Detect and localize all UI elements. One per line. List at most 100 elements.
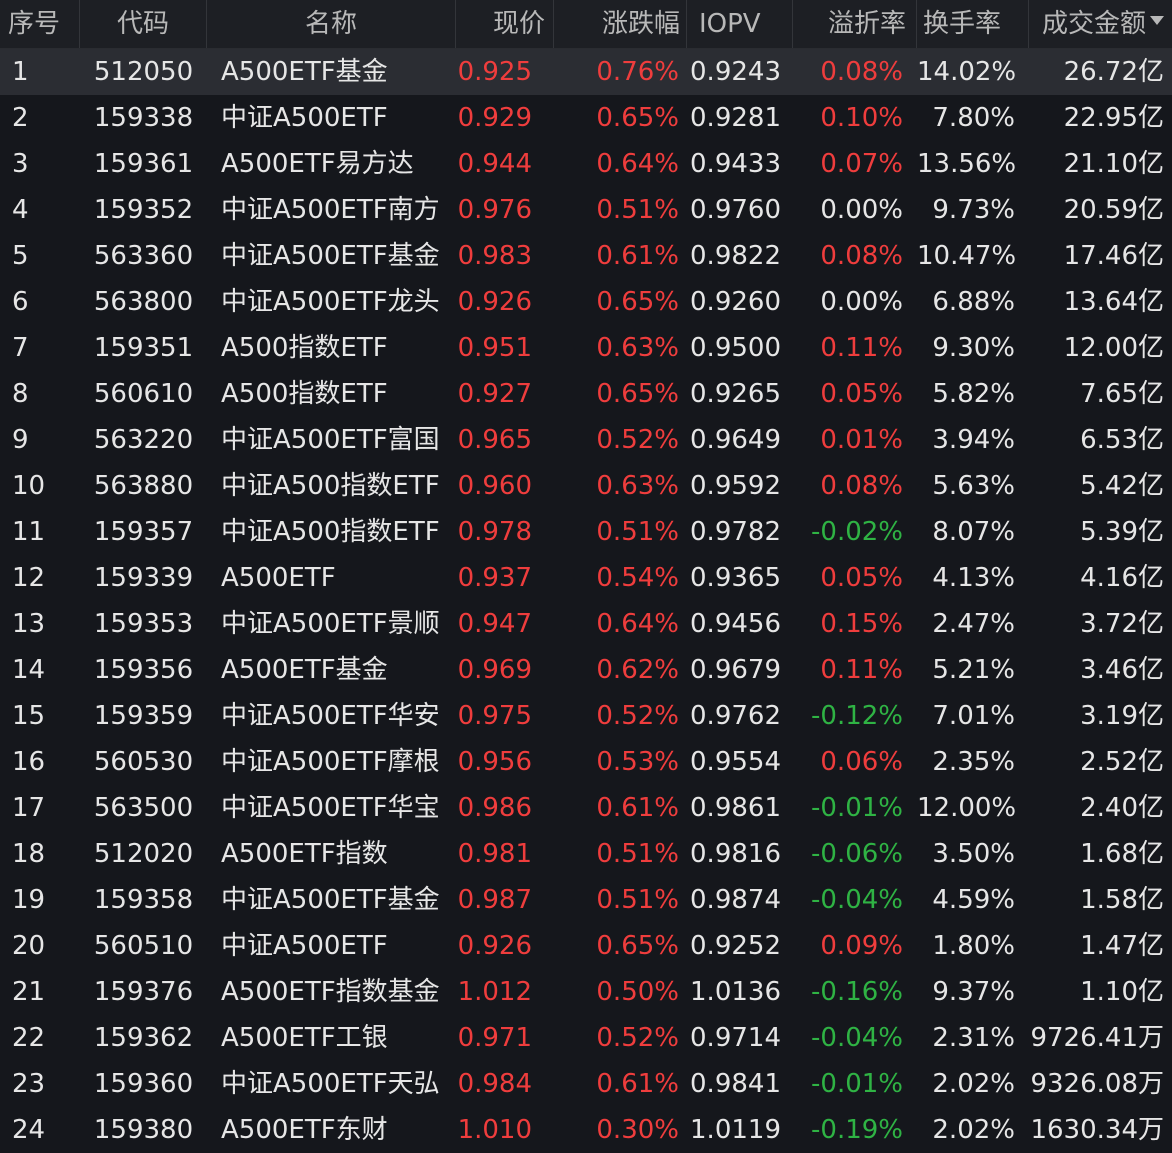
- etf-quote-table: 序号 代码 名称 现价 涨跌幅 IOPV 溢折率 换手率 成交金额 1 51205…: [0, 0, 1172, 1152]
- table-row[interactable]: 6 563800 中证A500ETF龙头 0.926 0.65% 0.9260 0.00% 6…: [0, 279, 1172, 325]
- cell-amount: 1.47亿: [1080, 931, 1164, 961]
- cell-name: 中证A500ETF: [221, 103, 388, 133]
- cell-premium: -0.02%: [811, 517, 903, 547]
- cell-seq: 21: [12, 977, 46, 1007]
- table-row[interactable]: 14 159356 A500ETF基金 0.969 0.62% 0.9679 0.11% 5.…: [0, 647, 1172, 693]
- cell-seq: 8: [12, 379, 29, 409]
- cell-name: A500ETF: [221, 563, 336, 593]
- cell-change: 0.51%: [596, 885, 679, 915]
- cell-price: 0.926: [457, 287, 532, 317]
- cell-name: A500指数ETF: [221, 333, 388, 363]
- table-row[interactable]: 1 512050 A500ETF基金 0.925 0.76% 0.9243 0.08% 14.…: [0, 49, 1172, 95]
- cell-seq: 11: [12, 517, 46, 547]
- table-row[interactable]: 16 560530 中证A500ETF摩根 0.956 0.53% 0.9554 0.06%…: [0, 739, 1172, 785]
- cell-code: 563800: [93, 287, 194, 317]
- cell-turnover: 5.82%: [932, 379, 1015, 409]
- cell-amount: 2.52亿: [1080, 747, 1164, 777]
- cell-seq: 5: [12, 241, 29, 271]
- table-row[interactable]: 22 159362 A500ETF工银 0.971 0.52% 0.9714 -0.04% 2…: [0, 1015, 1172, 1061]
- cell-amount: 1.58亿: [1080, 885, 1164, 915]
- cell-turnover: 14.02%: [917, 57, 1017, 87]
- table-row[interactable]: 4 159352 中证A500ETF南方 0.976 0.51% 0.9760 0.00% 9…: [0, 187, 1172, 233]
- table-row[interactable]: 23 159360 中证A500ETF天弘 0.984 0.61% 0.9841 -0.01…: [0, 1061, 1172, 1107]
- table-row[interactable]: 15 159359 中证A500ETF华安 0.975 0.52% 0.9762 -0.12…: [0, 693, 1172, 739]
- cell-name: 中证A500ETF摩根: [221, 747, 440, 777]
- cell-price: 0.956: [457, 747, 532, 777]
- cell-name: A500ETF基金: [221, 655, 388, 685]
- table-row[interactable]: 3 159361 A500ETF易方达 0.944 0.64% 0.9433 0.07% 13…: [0, 141, 1172, 187]
- table-row[interactable]: 19 159358 中证A500ETF基金 0.987 0.51% 0.9874 -0.04…: [0, 877, 1172, 923]
- cell-change: 0.61%: [596, 1069, 679, 1099]
- cell-seq: 2: [12, 103, 29, 133]
- table-row[interactable]: 8 560610 A500指数ETF 0.927 0.65% 0.9265 0.05% 5.8…: [0, 371, 1172, 417]
- cell-turnover: 8.07%: [932, 517, 1015, 547]
- header-seq[interactable]: 序号: [0, 0, 80, 48]
- cell-premium: 0.10%: [820, 103, 903, 133]
- cell-name: 中证A500ETF: [221, 931, 388, 961]
- table-row[interactable]: 20 560510 中证A500ETF 0.926 0.65% 0.9252 0.09% 1.…: [0, 923, 1172, 969]
- cell-premium: 0.11%: [820, 655, 903, 685]
- cell-name: A500ETF工银: [221, 1023, 388, 1053]
- cell-change: 0.63%: [596, 471, 679, 501]
- cell-code: 563220: [93, 425, 194, 455]
- table-row[interactable]: 5 563360 中证A500ETF基金 0.983 0.61% 0.9822 0.08% 1…: [0, 233, 1172, 279]
- cell-code: 563880: [93, 471, 194, 501]
- cell-iopv: 0.9500: [690, 333, 781, 363]
- header-price[interactable]: 现价: [456, 0, 554, 48]
- cell-amount: 2.40亿: [1080, 793, 1164, 823]
- cell-code: 512050: [93, 57, 194, 87]
- cell-change: 0.65%: [596, 379, 679, 409]
- cell-seq: 17: [12, 793, 46, 823]
- table-row[interactable]: 9 563220 中证A500ETF富国 0.965 0.52% 0.9649 0.01% 3…: [0, 417, 1172, 463]
- cell-name: A500指数ETF: [221, 379, 388, 409]
- cell-name: A500ETF易方达: [221, 149, 414, 179]
- cell-code: 563360: [93, 241, 194, 271]
- cell-seq: 10: [12, 471, 46, 501]
- cell-code: 563500: [93, 793, 194, 823]
- cell-price: 0.983: [457, 241, 532, 271]
- sort-desc-icon[interactable]: [1150, 16, 1164, 25]
- cell-premium: -0.04%: [811, 885, 903, 915]
- cell-iopv: 0.9252: [690, 931, 781, 961]
- cell-code: 159352: [93, 195, 194, 225]
- table-row[interactable]: 11 159357 中证A500指数ETF 0.978 0.51% 0.9782 -0.02…: [0, 509, 1172, 555]
- table-row[interactable]: 18 512020 A500ETF指数 0.981 0.51% 0.9816 -0.06% 3…: [0, 831, 1172, 877]
- cell-iopv: 0.9649: [690, 425, 781, 455]
- header-premium[interactable]: 溢折率: [793, 0, 917, 48]
- table-row[interactable]: 10 563880 中证A500指数ETF 0.960 0.63% 0.9592 0.08%…: [0, 463, 1172, 509]
- cell-change: 0.61%: [596, 793, 679, 823]
- table-row[interactable]: 21 159376 A500ETF指数基金 1.012 0.50% 1.0136 -0.16…: [0, 969, 1172, 1015]
- cell-code: 560510: [93, 931, 194, 961]
- table-row[interactable]: 17 563500 中证A500ETF华宝 0.986 0.61% 0.9861 -0.01…: [0, 785, 1172, 831]
- cell-seq: 6: [12, 287, 29, 317]
- header-code[interactable]: 代码: [80, 0, 207, 48]
- cell-price: 0.984: [457, 1069, 532, 1099]
- cell-iopv: 0.9782: [690, 517, 781, 547]
- cell-turnover: 7.80%: [932, 103, 1015, 133]
- header-change[interactable]: 涨跌幅: [554, 0, 687, 48]
- cell-amount: 3.19亿: [1080, 701, 1164, 731]
- cell-change: 0.30%: [596, 1115, 679, 1145]
- cell-premium: 0.08%: [820, 57, 903, 87]
- cell-turnover: 1.80%: [932, 931, 1015, 961]
- cell-iopv: 0.9243: [690, 57, 781, 87]
- cell-change: 0.62%: [596, 655, 679, 685]
- table-row[interactable]: 12 159339 A500ETF 0.937 0.54% 0.9365 0.05% 4.13…: [0, 555, 1172, 601]
- table-row[interactable]: 24 159380 A500ETF东财 1.010 0.30% 1.0119 -0.19% 2…: [0, 1107, 1172, 1153]
- header-iopv[interactable]: IOPV: [687, 0, 793, 48]
- cell-change: 0.54%: [596, 563, 679, 593]
- cell-change: 0.63%: [596, 333, 679, 363]
- cell-change: 0.50%: [596, 977, 679, 1007]
- cell-iopv: 0.9365: [690, 563, 781, 593]
- cell-premium: -0.06%: [811, 839, 903, 869]
- header-name[interactable]: 名称: [207, 0, 456, 48]
- table-row[interactable]: 2 159338 中证A500ETF 0.929 0.65% 0.9281 0.10% 7.8…: [0, 95, 1172, 141]
- cell-iopv: 1.0119: [690, 1115, 781, 1145]
- cell-change: 0.65%: [596, 287, 679, 317]
- table-row[interactable]: 13 159353 中证A500ETF景顺 0.947 0.64% 0.9456 0.15%…: [0, 601, 1172, 647]
- cell-price: 0.971: [457, 1023, 532, 1053]
- table-row[interactable]: 7 159351 A500指数ETF 0.951 0.63% 0.9500 0.11% 9.3…: [0, 325, 1172, 371]
- cell-premium: 0.08%: [820, 241, 903, 271]
- header-turnover[interactable]: 换手率: [917, 0, 1029, 48]
- header-amount[interactable]: 成交金额: [1029, 0, 1172, 48]
